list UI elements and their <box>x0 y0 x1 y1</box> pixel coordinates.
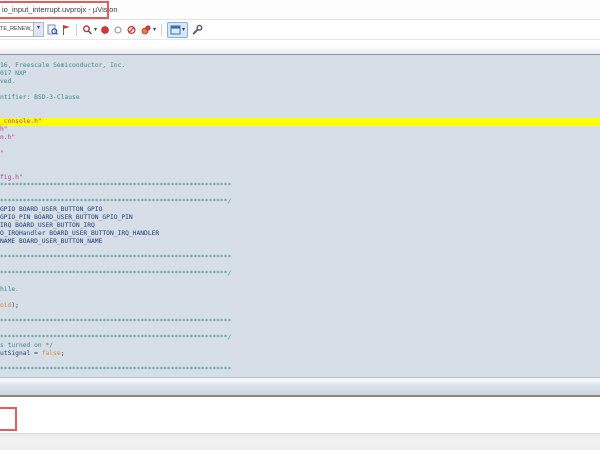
uvision-window: io_input_interrupt.uvprojx - µVision TE_… <box>0 0 600 450</box>
code-line[interactable]: GPIO BOARD_USER_BUTTON_GPIO <box>0 206 600 214</box>
dropdown-caret-icon[interactable]: ▾ <box>94 23 97 37</box>
window-title: io_input_interrupt.uvprojx - µVision <box>2 5 118 14</box>
code-line[interactable]: _console.h" <box>0 118 600 126</box>
code-fragment-include: _console.h" <box>0 118 42 125</box>
code-line[interactable]: n.h" <box>0 134 600 142</box>
code-line[interactable]: ****************************************… <box>0 318 600 326</box>
code-line[interactable]: IRQ BOARD_USER_BUTTON_IRQ <box>0 222 600 230</box>
find-in-files-icon[interactable] <box>47 23 58 37</box>
toolbar-divider <box>0 39 600 40</box>
find-text-combo[interactable]: TE_RENEW_ADD ▾ <box>0 22 44 37</box>
code-line[interactable]: ****************************************… <box>0 270 600 278</box>
code-fragment-define: utSignal <box>0 350 34 357</box>
title-bar: io_input_interrupt.uvprojx - µVision <box>0 0 600 20</box>
code-line[interactable] <box>0 246 600 254</box>
code-fragment-include: " <box>0 150 4 157</box>
code-line[interactable]: 16, Freescale Semiconductor, Inc. <box>0 62 600 70</box>
window-icon <box>170 25 181 35</box>
code-line[interactable] <box>0 310 600 318</box>
code-line[interactable] <box>0 190 600 198</box>
find-magnifier-icon[interactable]: ▾ <box>82 23 97 37</box>
status-bar <box>0 433 600 450</box>
code-line[interactable] <box>0 294 600 302</box>
code-fragment-comment: ****************************************… <box>0 254 231 261</box>
code-fragment-comment: ****************************************… <box>0 270 231 277</box>
code-line[interactable] <box>0 166 600 174</box>
code-line[interactable]: hile. <box>0 286 600 294</box>
code-fragment-define: NAME BOARD_USER_BUTTON_NAME <box>0 238 102 245</box>
code-line[interactable]: NAME BOARD_USER_BUTTON_NAME <box>0 238 600 246</box>
code-line[interactable]: ntifier: BSD-3-Clause <box>0 94 600 102</box>
code-line[interactable]: ****************************************… <box>0 198 600 206</box>
code-line[interactable] <box>0 262 600 270</box>
code-line[interactable] <box>0 326 600 334</box>
code-fragment-keyword: oid <box>0 302 11 309</box>
code-line[interactable]: fig.h" <box>0 174 600 182</box>
code-line[interactable]: utSignal = false; <box>0 350 600 358</box>
breakpoint-enable-all-icon[interactable]: ▾ <box>140 23 156 37</box>
code-fragment-comment: ****************************************… <box>0 366 231 373</box>
code-fragment-define: GPIO_PIN BOARD_USER_BUTTON_GPIO_PIN <box>0 214 133 221</box>
dropdown-caret-icon[interactable]: ▾ <box>182 23 185 37</box>
debug-windows-button[interactable]: ▾ <box>167 22 188 38</box>
code-fragment-comment: 16, Freescale Semiconductor, Inc. <box>0 62 125 69</box>
code-fragment-comment: ****************************************… <box>0 182 231 189</box>
code-line[interactable]: 017 NXP <box>0 70 600 78</box>
code-fragment-keyword: false <box>42 350 61 357</box>
toolbar-separator <box>76 24 77 36</box>
toolbar-separator <box>161 24 162 36</box>
code-line[interactable]: ****************************************… <box>0 334 600 342</box>
code-fragment-define: O_IRQHandler BOARD_USER_BUTTON_IRQ_HANDL… <box>0 230 159 237</box>
code-line[interactable] <box>0 278 600 286</box>
code-line[interactable]: GPIO_PIN BOARD_USER_BUTTON_GPIO_PIN <box>0 214 600 222</box>
code-fragment-include: fig.h" <box>0 174 23 181</box>
code-fragment-comment: 017 NXP <box>0 70 27 77</box>
code-fragment-include: h" <box>0 126 8 133</box>
code-line[interactable]: ****************************************… <box>0 254 600 262</box>
code-fragment-comment: ved. <box>0 78 15 85</box>
code-fragment-comment: ntifier: BSD-3-Clause <box>0 94 80 101</box>
output-workspace: il. <box>0 397 600 433</box>
code-line[interactable] <box>0 86 600 94</box>
breakpoint-disable-icon[interactable] <box>113 23 123 37</box>
code-line[interactable]: ****************************************… <box>0 366 600 374</box>
code-line[interactable]: O_IRQHandler BOARD_USER_BUTTON_IRQ_HANDL… <box>0 230 600 238</box>
code-line[interactable]: ****************************************… <box>0 182 600 190</box>
code-fragment-comment: s turned on */ <box>0 342 53 349</box>
code-line[interactable]: ved. <box>0 78 600 86</box>
code-line[interactable]: " <box>0 150 600 158</box>
code-line[interactable] <box>0 158 600 166</box>
code-line[interactable]: h" <box>0 126 600 134</box>
code-fragment-plain: ); <box>11 302 19 309</box>
configure-wrench-icon[interactable] <box>191 23 203 37</box>
code-fragment-plain: ; <box>61 350 65 357</box>
code-line[interactable] <box>0 110 600 118</box>
editor-top-chrome <box>0 47 600 55</box>
code-fragment-define: IRQ BOARD_USER_BUTTON_IRQ <box>0 222 95 229</box>
toolbar: TE_RENEW_ADD ▾ ▾ <box>0 21 203 38</box>
code-editor[interactable]: 16, Freescale Semiconductor, Inc.017 NXP… <box>0 55 600 377</box>
code-fragment-define: GPIO BOARD_USER_BUTTON_GPIO <box>0 206 102 213</box>
breakpoint-kill-all-icon[interactable] <box>126 23 137 37</box>
dropdown-caret-icon[interactable]: ▾ <box>153 23 156 37</box>
code-fragment-plain: = <box>34 350 42 357</box>
dropdown-caret-icon[interactable]: ▾ <box>33 23 43 36</box>
code-fragment-comment: ****************************************… <box>0 334 231 341</box>
code-line[interactable] <box>0 358 600 366</box>
bookmark-flag-icon[interactable] <box>61 23 71 37</box>
code-fragment-comment: hile. <box>0 286 19 293</box>
code-line[interactable] <box>0 102 600 110</box>
code-line[interactable]: s turned on */ <box>0 342 600 350</box>
code-line[interactable] <box>0 142 600 150</box>
code-line[interactable]: oid); <box>0 302 600 310</box>
find-text-value: TE_RENEW_ADD <box>0 23 33 36</box>
horizontal-scrollbar[interactable] <box>0 378 600 397</box>
breakpoint-insert-icon[interactable] <box>100 23 110 37</box>
code-fragment-include: n.h" <box>0 134 15 141</box>
code-fragment-comment: ****************************************… <box>0 318 231 325</box>
code-fragment-comment: ****************************************… <box>0 198 231 205</box>
